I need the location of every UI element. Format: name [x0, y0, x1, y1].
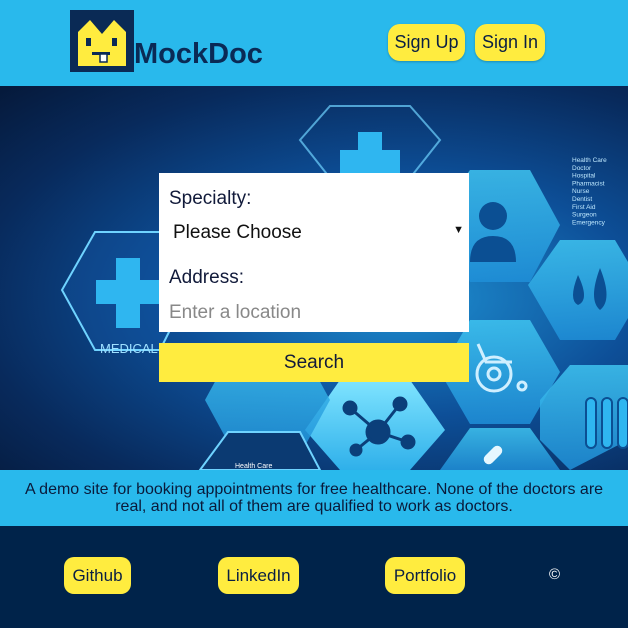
mockdoc-logo-icon[interactable] — [70, 10, 134, 72]
specialty-label: Specialty: — [169, 188, 252, 209]
test-tubes-icon — [585, 397, 628, 449]
linkedin-link[interactable]: LinkedIn — [218, 557, 299, 594]
sign-up-button[interactable]: Sign Up — [388, 24, 465, 61]
hero-health-care-label: Health Care — [235, 463, 272, 470]
search-button[interactable]: Search — [159, 343, 469, 382]
search-form-card: Specialty: Please Choose ▼ Address: — [159, 173, 469, 332]
copyright-symbol: © — [549, 566, 561, 583]
hero-word-list-item: Emergency — [572, 219, 606, 226]
address-input[interactable] — [159, 297, 469, 329]
hero-word-list-item: First Aid — [572, 204, 596, 211]
github-link[interactable]: Github — [64, 557, 131, 594]
hero-word-list-item: Nurse — [572, 188, 590, 195]
portfolio-link[interactable]: Portfolio — [385, 557, 465, 594]
hero-medical-label: MEDICAL — [100, 341, 158, 356]
address-label: Address: — [169, 267, 244, 288]
hero-word-list-item: Hospital — [572, 173, 596, 180]
hero-word-list-item: Pharmacist — [572, 180, 605, 187]
hero-word-list-item: Surgeon — [572, 212, 597, 219]
site-header: MockDoc Sign Up Sign In — [0, 0, 628, 86]
hero-word-list-item: Doctor — [572, 165, 592, 172]
hero-word-list-item: Health Care — [572, 157, 607, 164]
info-band: A demo site for booking appointments for… — [0, 470, 628, 526]
dropdown-arrow-icon: ▼ — [453, 224, 464, 236]
specialty-select-value: Please Choose — [173, 222, 302, 243]
site-description: A demo site for booking appointments for… — [24, 481, 604, 515]
brand-name[interactable]: MockDoc — [134, 40, 263, 69]
hero-word-list: Health CareDoctorHospitalPharmacistNurse… — [572, 157, 607, 226]
sign-in-button[interactable]: Sign In — [475, 24, 545, 61]
hero-word-list-item: Dentist — [572, 196, 592, 203]
specialty-select[interactable]: Please Choose ▼ — [159, 217, 469, 249]
site-footer: Github LinkedIn Portfolio © — [0, 526, 628, 628]
